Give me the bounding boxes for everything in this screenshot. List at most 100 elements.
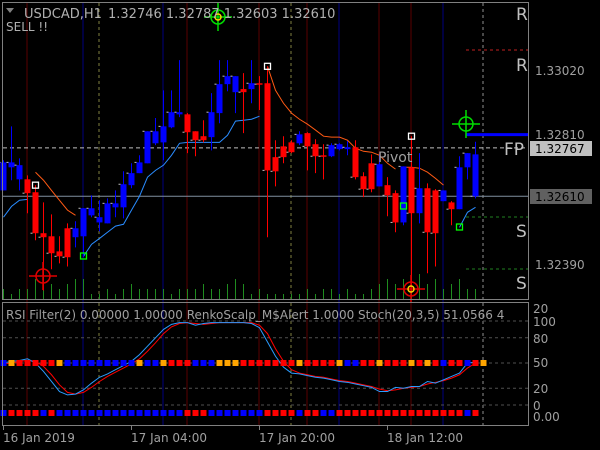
rsi-filter-dot	[160, 410, 167, 416]
renko-signal-dot	[168, 360, 175, 366]
renko-signal-dot	[256, 360, 263, 366]
rsi-filter-dot	[456, 410, 463, 416]
rsi-filter-dot	[104, 410, 111, 416]
candle-body	[456, 167, 463, 210]
time-tick: 17 Jan 04:00	[131, 431, 207, 445]
rsi-filter-dot	[328, 410, 335, 416]
rsi-filter-dot	[240, 410, 247, 416]
renko-signal-dot	[160, 360, 167, 366]
renko-signal-dot	[304, 360, 311, 366]
rsi-filter-dot	[352, 410, 359, 416]
renko-signal-dot	[464, 360, 471, 366]
renko-signal-dot	[344, 360, 351, 366]
renko-signal-dot	[416, 360, 423, 366]
rsi-filter-dot	[296, 410, 303, 416]
price-tick: 1.32390	[535, 258, 585, 272]
renko-signal-dot	[192, 360, 199, 366]
price-tick: 1.33020	[535, 64, 585, 78]
renko-signal-dot	[216, 360, 223, 366]
triangle-down-icon[interactable]	[6, 8, 14, 13]
candle-body	[16, 165, 23, 180]
rsi-filter-dot	[0, 410, 7, 416]
renko-signal-dot	[248, 360, 255, 366]
rsi-filter-dot	[96, 410, 103, 416]
r-level-label: R	[516, 56, 528, 76]
renko-signal-dot	[240, 360, 247, 366]
rsi-filter-dot	[192, 410, 199, 416]
candle-body	[128, 173, 135, 186]
renko-signal-dot	[56, 360, 63, 366]
candle-body	[240, 89, 247, 93]
rsi-filter-dot	[448, 410, 455, 416]
renko-signal-dot	[320, 360, 327, 366]
rsi-filter-dot	[432, 410, 439, 416]
rsi-filter-dot	[56, 410, 63, 416]
candle-body	[48, 236, 55, 254]
rsi-filter-dot	[32, 410, 39, 416]
candle-body	[392, 193, 399, 223]
price-tick: 1.32810	[535, 128, 585, 142]
indicator-header: RSI Filter(2) 0.00000 1.00000 RenkoScalp…	[6, 308, 504, 322]
candle-body	[120, 184, 127, 208]
candle-body	[440, 190, 447, 202]
candle-body	[424, 188, 431, 233]
candle-body	[400, 166, 407, 223]
renko-signal-dot	[328, 360, 335, 366]
rsi-filter-dot	[72, 410, 79, 416]
rsi-filter-dot	[8, 410, 15, 416]
renko-signal-dot	[376, 360, 383, 366]
renko-signal-dot	[144, 360, 151, 366]
indicator-tick: 80	[533, 332, 548, 346]
rsi-filter-dot	[248, 410, 255, 416]
rsi-filter-dot	[360, 410, 367, 416]
rsi-filter-dot	[48, 410, 55, 416]
renko-signal-dot	[200, 360, 207, 366]
rsi-filter-dot	[464, 410, 471, 416]
renko-signal-dot	[224, 360, 231, 366]
candle-body	[40, 233, 47, 238]
renko-signal-dot	[120, 360, 127, 366]
signal-label: SELL !!	[6, 20, 48, 34]
candle-body	[64, 228, 71, 258]
candle-body	[272, 157, 279, 172]
lower-trailing-stop-line	[83, 115, 260, 257]
renko-signal-dot	[24, 360, 31, 366]
renko-signal-dot	[40, 360, 47, 366]
rsi-filter-dot	[232, 410, 239, 416]
candle-body	[384, 185, 391, 196]
candle-body	[296, 134, 303, 144]
renko-signal-dot	[96, 360, 103, 366]
candle-body	[376, 164, 383, 187]
candle-body	[448, 202, 455, 210]
fp-level-label: FP	[504, 140, 524, 160]
renko-signal-dot	[64, 360, 71, 366]
renko-signal-dot	[184, 360, 191, 366]
rsi-filter-dot	[392, 410, 399, 416]
rsi-filter-dot	[336, 410, 343, 416]
renko-signal-dot	[112, 360, 119, 366]
candle-body	[224, 76, 231, 85]
rsi-filter-dot	[24, 410, 31, 416]
rsi-filter-dot	[312, 410, 319, 416]
renko-signal-dot	[352, 360, 359, 366]
candle-body	[432, 190, 439, 234]
renko-signal-dot	[176, 360, 183, 366]
candle-body	[176, 112, 183, 115]
renko-signal-dot	[128, 360, 135, 366]
renko-signal-dot	[280, 360, 287, 366]
candle-body	[0, 162, 7, 191]
candle-body	[336, 144, 343, 150]
renko-signal-dot	[408, 360, 415, 366]
renko-signal-dot	[232, 360, 239, 366]
trading-chart[interactable]: USDCAD,H1 1.32746 1.32787 1.32603 1.3261…	[0, 0, 600, 450]
renko-signal-dot	[440, 360, 447, 366]
candle-body	[184, 114, 191, 133]
rsi-filter-dot	[288, 410, 295, 416]
time-tick: 16 Jan 2019	[3, 431, 75, 445]
price-line-label: 1.32610	[535, 190, 585, 204]
candle-body	[72, 228, 79, 238]
rsi-filter-dot	[224, 410, 231, 416]
s-level-label: S	[516, 274, 527, 294]
renko-signal-dot	[480, 360, 487, 366]
lower-trailing-stop-line	[3, 198, 28, 218]
